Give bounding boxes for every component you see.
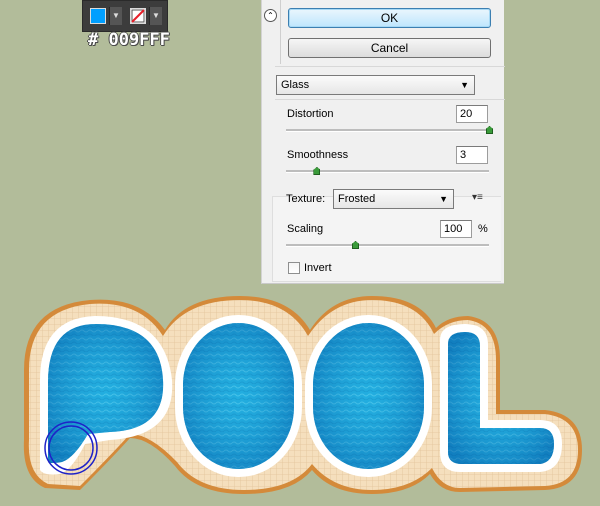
smoothness-label: Smoothness [287,149,349,161]
effect-select-value: Glass [281,79,310,91]
no-stroke-swatch[interactable] [130,8,146,24]
collapse-chevron-icon[interactable]: ⌃ [264,9,277,22]
divider [280,0,281,64]
selection-circle [44,421,98,475]
none-slash-icon [131,9,145,23]
glass-effect-dialog: ⌃ OK Cancel Glass ▼ Distortion 20 Smooth… [261,0,505,284]
texture-select-value: Frosted [338,193,376,205]
invert-label[interactable]: Invert [304,262,332,274]
scaling-slider-track[interactable] [286,244,489,247]
fill-color-swatch[interactable] [90,8,106,24]
pool-letters-rim [23,296,582,494]
distortion-slider-track[interactable] [286,129,489,132]
distortion-slider-thumb[interactable] [486,126,493,134]
chevron-down-icon: ▼ [439,194,448,204]
divider [275,66,505,67]
distortion-label: Distortion [287,108,334,120]
divider [275,99,505,100]
smoothness-slider-thumb[interactable] [313,167,321,175]
color-swatch-toolbar: ▼ ▼ [82,0,168,32]
distortion-field[interactable]: 20 [456,105,488,123]
stroke-dropdown-arrow-icon[interactable]: ▼ [149,7,162,25]
scaling-label: Scaling [287,223,324,235]
scaling-unit: % [478,223,488,235]
effect-select[interactable]: Glass ▼ [276,75,475,95]
pool-coping [40,315,562,477]
texture-menu-icon[interactable]: ▾≡ [472,192,483,203]
fill-dropdown-arrow-icon[interactable]: ▼ [109,7,122,25]
invert-checkbox[interactable] [288,262,300,274]
cancel-button[interactable]: Cancel [288,38,491,58]
texture-label: Texture: [286,193,326,205]
chevron-down-icon: ▼ [460,80,469,90]
smoothness-field[interactable]: 3 [456,146,488,164]
pool-water [48,323,554,469]
texture-select[interactable]: Frosted ▼ [333,189,454,209]
scaling-field[interactable]: 100 [440,220,472,238]
ok-button[interactable]: OK [288,8,491,28]
hex-color-label: # 009FFF [88,30,170,50]
